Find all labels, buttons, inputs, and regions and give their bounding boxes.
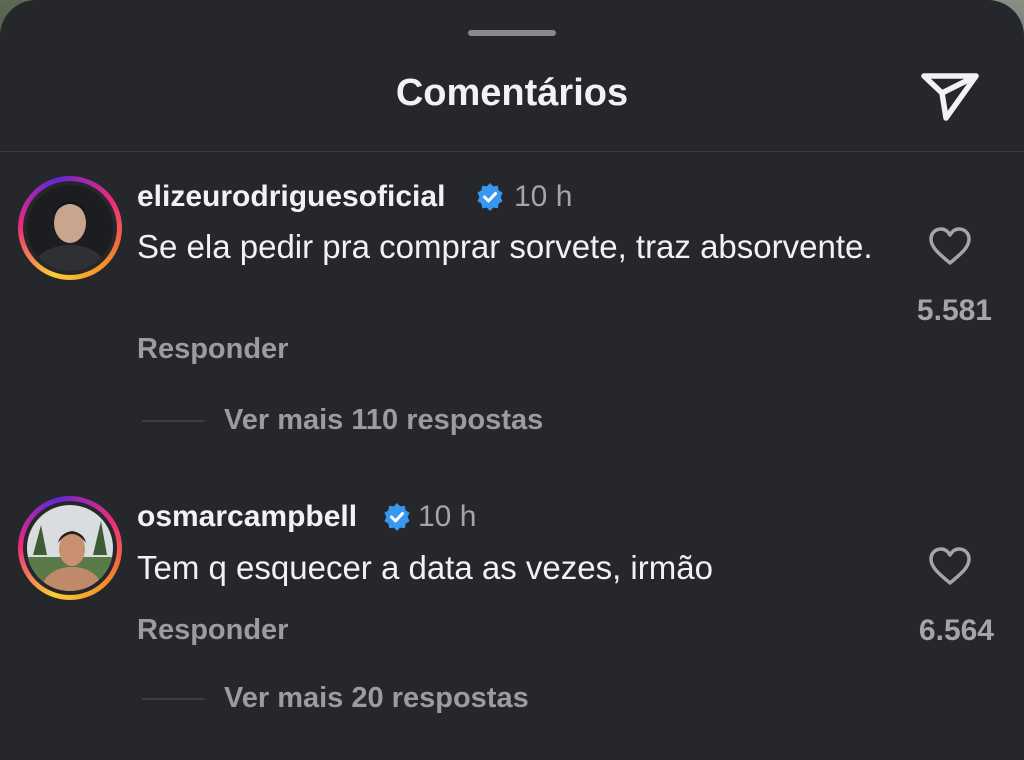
avatar[interactable] [18,176,122,280]
heart-icon[interactable] [928,546,972,586]
drag-handle[interactable] [468,30,556,36]
replies-divider-line [142,698,204,700]
avatar-image [27,185,113,271]
send-icon[interactable] [918,68,982,124]
reply-button[interactable]: Responder [137,333,288,366]
header-divider [0,151,1024,152]
like-count: 6.564 [918,614,994,647]
verified-badge-icon [477,183,503,211]
comment-time: 10 h [418,500,477,533]
heart-icon[interactable] [928,226,972,266]
avatar[interactable] [18,496,122,600]
comments-sheet: Comentários elizeurodriguesoficial 10 h … [0,0,1024,760]
view-more-replies-button[interactable]: Ver mais 20 respostas [224,682,529,715]
sheet-title: Comentários [395,72,629,114]
view-more-replies-button[interactable]: Ver mais 110 respostas [224,404,543,437]
reply-button[interactable]: Responder [137,614,288,647]
comment-text: Se ela pedir pra comprar sorvete, traz a… [137,228,873,265]
comment-text: Tem q esquecer a data as vezes, irmão [137,549,713,586]
comment-username[interactable]: osmarcampbell [137,500,357,534]
like-count: 5.581 [916,294,992,327]
comment-username[interactable]: elizeurodriguesoficial [137,180,445,214]
avatar-image [27,505,113,591]
replies-divider-line [142,420,204,422]
verified-badge-icon [384,503,410,531]
comment-time: 10 h [514,180,573,213]
